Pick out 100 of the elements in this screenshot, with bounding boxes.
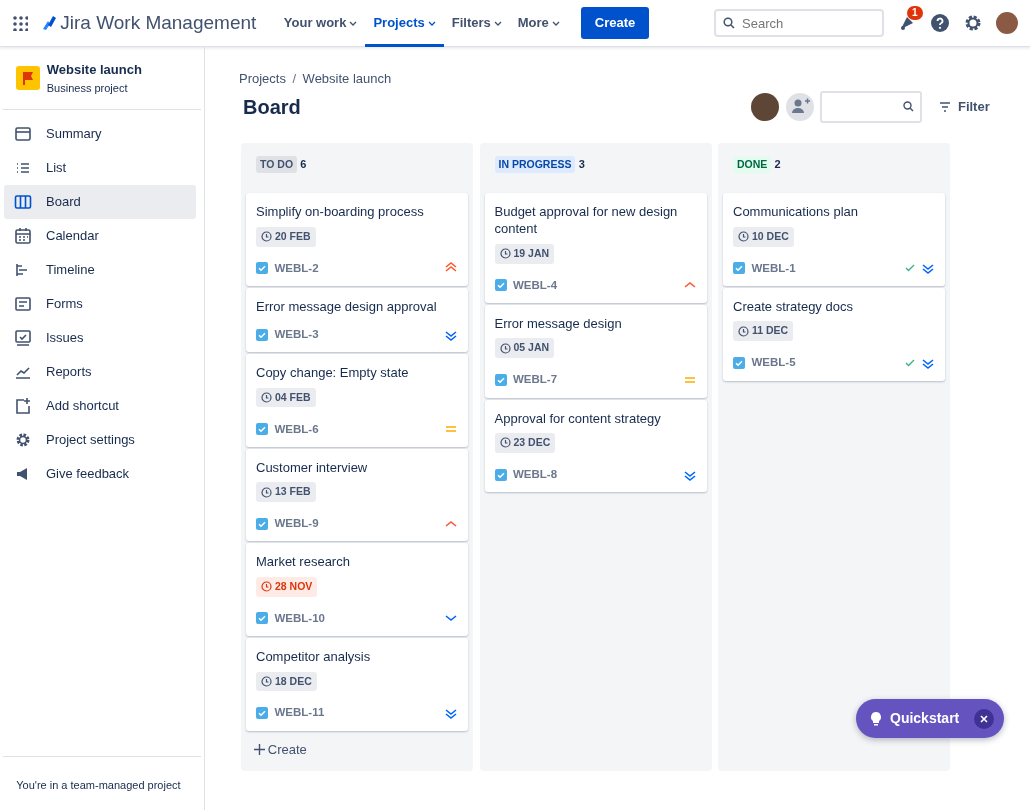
create-issue-button[interactable]: Create: [246, 735, 468, 764]
help-icon[interactable]: [930, 13, 950, 33]
sidebar-item[interactable]: List: [4, 150, 196, 185]
task-card[interactable]: Error message design 05 JAN WEBL-7: [484, 304, 707, 398]
project-type: Business project: [46, 80, 129, 96]
task-card[interactable]: Approval for content strategy 23 DEC WEBL-8: [484, 399, 707, 493]
clock-icon: [261, 675, 272, 687]
quickstart-button[interactable]: Quickstart: [856, 699, 1004, 738]
filter-icon: [939, 101, 952, 112]
issue-key[interactable]: WEBL-2: [274, 259, 438, 277]
sidebar-item[interactable]: Give feedback: [4, 456, 196, 491]
product-name: Jira Work Management: [60, 10, 257, 35]
breadcrumb-link[interactable]: Website launch: [302, 69, 392, 89]
task-card[interactable]: Create strategy docs 11 DEC WEBL-5: [723, 287, 945, 381]
issue-key[interactable]: WEBL-5: [751, 354, 898, 372]
sidebar-item[interactable]: Timeline: [4, 252, 196, 287]
issue-key[interactable]: WEBL-11: [274, 704, 438, 722]
sidebar-item[interactable]: Summary: [4, 116, 196, 151]
issue-key[interactable]: WEBL-7: [513, 371, 676, 389]
due-date-chip: 13 FEB: [256, 482, 316, 502]
due-date-chip: 18 DEC: [256, 671, 317, 692]
issue-key[interactable]: WEBL-1: [751, 259, 898, 277]
close-icon[interactable]: [979, 714, 988, 723]
search-icon: [902, 101, 914, 112]
breadcrumb-separator: /: [292, 70, 297, 88]
task-checkbox-icon: [256, 612, 268, 625]
due-date-chip: 11 DEC: [733, 321, 794, 342]
issues-icon: [14, 328, 32, 347]
column-status-label: TO DO: [256, 155, 298, 174]
chevron-down-icon: [493, 19, 502, 27]
task-card[interactable]: Market research 28 NOV WEBL-10: [246, 543, 468, 636]
lightbulb-icon: [870, 711, 882, 726]
issue-key[interactable]: WEBL-10: [274, 609, 438, 627]
task-checkbox-icon: [733, 356, 745, 369]
issue-key[interactable]: WEBL-9: [274, 515, 438, 533]
card-title: Communications plan: [733, 203, 859, 221]
clock-icon: [499, 342, 511, 354]
chevron-down-icon: [551, 19, 560, 27]
sidebar-item[interactable]: Reports: [4, 354, 196, 389]
sidebar-item[interactable]: Project settings: [4, 422, 196, 457]
summary-icon: [14, 124, 32, 143]
task-checkbox-icon: [256, 517, 268, 530]
clock-icon: [261, 231, 272, 243]
nav-tab[interactable]: Projects: [365, 0, 444, 47]
sidebar-item[interactable]: Calendar: [4, 218, 196, 253]
board-icon: [14, 192, 32, 211]
sidebar-footer-text: You're in a team-managed project: [16, 778, 181, 791]
due-date-chip: 28 NOV: [256, 576, 318, 597]
issue-key[interactable]: WEBL-4: [513, 276, 676, 294]
task-card[interactable]: Copy change: Empty state 04 FEB WEBL-6: [246, 354, 468, 447]
task-card[interactable]: Error message design approval WEBL-3: [246, 287, 468, 353]
issue-key[interactable]: WEBL-8: [513, 465, 676, 484]
chevron-down-icon: [427, 19, 436, 27]
card-title: Copy change: Empty state: [256, 364, 410, 382]
clock-icon: [738, 231, 749, 243]
task-card[interactable]: Simplify on-boarding process 20 FEB WEBL-2: [246, 193, 468, 286]
card-title: Competitor analysis: [256, 648, 372, 665]
search-field[interactable]: [820, 90, 923, 123]
sidebar-item[interactable]: Forms: [4, 286, 196, 321]
due-date-chip: 23 DEC: [494, 433, 556, 453]
calendar-icon: [14, 226, 32, 245]
clock-icon: [261, 486, 272, 498]
nav-tab[interactable]: Filters: [443, 0, 510, 47]
task-checkbox-icon: [256, 328, 268, 341]
search-icon: [723, 17, 735, 29]
settings-icon[interactable]: [963, 13, 983, 33]
app-switcher-icon[interactable]: [12, 15, 28, 31]
due-date-chip: 05 JAN: [494, 338, 555, 359]
task-checkbox-icon: [494, 279, 507, 292]
sidebar-item[interactable]: Issues: [4, 320, 196, 355]
project-icon: [16, 66, 41, 90]
nav-tab[interactable]: Your work: [275, 0, 366, 47]
task-card[interactable]: Customer interview 13 FEB WEBL-9: [246, 448, 468, 542]
plus-icon: [253, 744, 265, 756]
column-count: 3: [578, 157, 585, 173]
add-person-icon[interactable]: [785, 92, 814, 121]
breadcrumb-link[interactable]: Projects: [239, 69, 286, 89]
clock-icon: [499, 437, 511, 449]
card-title: Simplify on-boarding process: [256, 203, 425, 221]
issue-key[interactable]: WEBL-3: [274, 325, 438, 344]
avatar[interactable]: [751, 92, 780, 121]
filter-button[interactable]: Filter: [935, 92, 994, 121]
issue-key[interactable]: WEBL-6: [274, 420, 438, 438]
sidebar-item[interactable]: Add shortcut: [4, 388, 196, 423]
avatar[interactable]: [996, 12, 1018, 34]
due-date-chip: 10 DEC: [733, 226, 794, 247]
card-title: Error message design: [494, 314, 623, 332]
task-card[interactable]: Communications plan 10 DEC WEBL-1: [723, 193, 945, 286]
card-title: Approval for content strategy: [494, 409, 662, 427]
task-card[interactable]: Competitor analysis 18 DEC WEBL-11: [246, 638, 468, 731]
task-checkbox-icon: [733, 262, 745, 275]
card-title: Budget approval for new design content: [494, 203, 679, 238]
nav-tab[interactable]: More: [509, 0, 568, 47]
search-field[interactable]: Search: [714, 9, 884, 37]
column-status-label: IN PROGRESS: [494, 155, 576, 174]
sidebar-item[interactable]: Board: [4, 184, 196, 219]
create-button[interactable]: Create: [580, 7, 650, 39]
task-card[interactable]: Budget approval for new design content 19 JAN WEBL-4: [484, 193, 707, 303]
clock-icon: [499, 248, 511, 260]
due-date-chip: 20 FEB: [256, 226, 316, 247]
